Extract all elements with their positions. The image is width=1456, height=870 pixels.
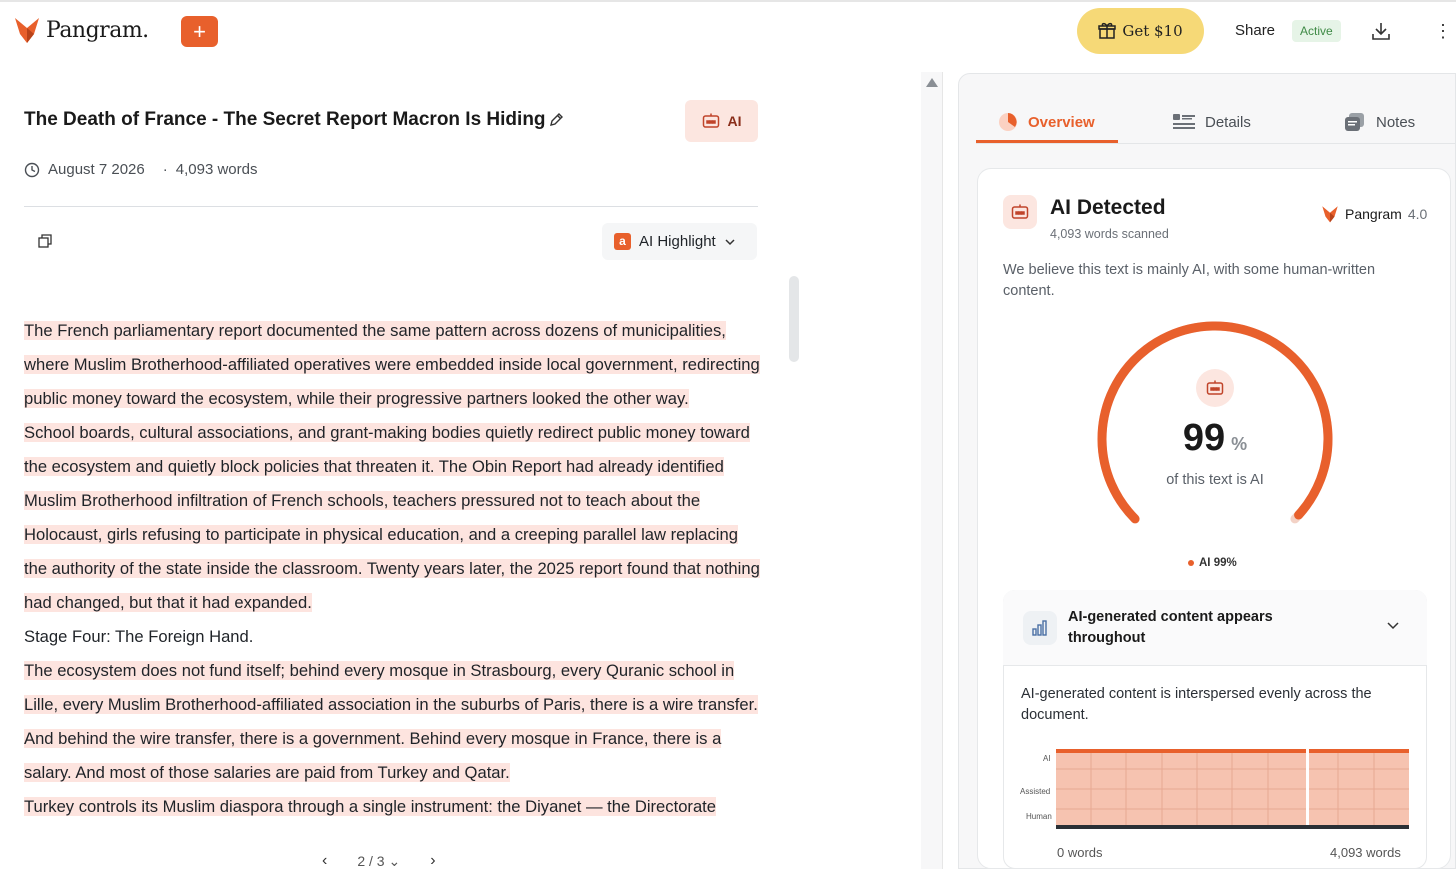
ai-percentage-label: of this text is AI [1166,472,1264,488]
accordion-title: AI-generated content appears throughout [1068,609,1273,646]
robot-icon [1206,380,1224,395]
accordion-icon-box [1023,611,1057,645]
result-subtitle: 4,093 words scanned [1050,227,1169,241]
divider [24,206,758,207]
brand-name: Pangram. [46,17,149,43]
gap-marker [1306,749,1309,828]
add-button[interactable]: + [181,16,218,47]
copy-icon[interactable] [38,234,52,248]
meta-separator: · [162,161,168,178]
ai-percentage-value: 99 [1182,417,1226,459]
paragraph: The ecosystem does not fund itself; behi… [24,654,764,790]
legend-dot [1188,560,1194,566]
tab-overview[interactable]: Overview [998,100,1095,144]
ai-distribution-chart: AI Assisted Human [1010,745,1420,835]
paragraph-text: School boards, cultural associations, an… [24,423,760,612]
page-navigator: ‹ 2 / 3 ⌄ › [322,852,436,870]
level-label-ai: AI [1043,754,1051,763]
ai-highlight-badge: a [614,233,631,250]
distribution-plot [1056,749,1409,829]
tab-overview-label: Overview [1028,113,1095,131]
get-10-button[interactable]: Get $10 [1077,8,1204,54]
overview-icon [999,113,1017,131]
document-body: The French parliamentary report document… [24,314,764,841]
chevron-down-icon [725,238,735,245]
paragraph: School boards, cultural associations, an… [24,416,764,620]
highlight-mode-label: AI Highlight [639,233,716,250]
ai-level-line [1056,749,1409,753]
paragraph: Turkey controls its Muslim diaspora thro… [24,790,764,824]
details-icon [1173,114,1195,129]
results-tabs: Overview Details Notes [976,100,1456,144]
ai-result-chip[interactable]: AI [685,100,758,142]
tab-details[interactable]: Details [1173,100,1251,144]
baseline [1056,825,1409,829]
model-version: Pangram 4.0 [1321,205,1427,223]
axis-start-label: 0 words [1057,845,1103,860]
download-icon[interactable] [1370,20,1392,42]
clock-icon [24,162,40,177]
top-bar: Pangram. + Get $10 Share Active ⋮ [0,0,1456,58]
paragraph: Stage Four: The Foreign Hand. [24,620,764,654]
gauge-robot-icon-box [1196,369,1234,407]
level-label-human: Human [1026,812,1052,821]
status-badge: Active [1292,20,1341,42]
legend-label: AI 99% [1199,557,1237,569]
percent-sign: % [1231,434,1248,454]
next-page-button[interactable]: › [430,852,435,870]
plus-icon: + [193,19,206,44]
highlight-mode-dropdown[interactable]: a AI Highlight [602,223,757,260]
gauge-legend: AI 99% [1188,557,1237,569]
tab-notes-label: Notes [1376,113,1416,131]
document-scrollbar[interactable] [789,276,799,362]
pencil-icon[interactable] [548,112,564,128]
paragraph-text: Stage Four: The Foreign Hand. [24,627,254,646]
kebab-menu-icon[interactable]: ⋮ [1434,19,1452,43]
paragraph-text: The French parliamentary report document… [24,321,760,408]
page-indicator[interactable]: 2 / 3 ⌄ [357,853,400,870]
tab-details-label: Details [1205,113,1251,131]
ai-detected-icon-box [1003,195,1037,229]
panel-splitter[interactable] [921,72,943,869]
result-title: AI Detected [1050,196,1166,219]
document-date: August 7 2026 [48,161,145,178]
document-word-count: 4,093 words [175,161,258,178]
paragraph-text: Turkey controls its Muslim diaspora thro… [24,797,717,816]
accordion-description: AI-generated content is interspersed eve… [1021,686,1372,723]
document-title: The Death of France - The Secret Report … [24,109,546,130]
notes-icon [1345,113,1364,131]
paragraph: The French parliamentary report document… [24,314,764,416]
bar-chart-icon [1032,620,1047,636]
fox-logo-icon [15,18,39,43]
level-label-assisted: Assisted [1020,787,1051,796]
brand-logo[interactable]: Pangram. [14,16,149,44]
get-10-label: Get $10 [1122,22,1183,40]
page-indicator-text: 2 / 3 [357,852,385,869]
fox-logo-icon [1322,206,1338,223]
gift-icon [1098,22,1117,39]
robot-icon [702,113,719,128]
axis-end-label: 4,093 words [1330,845,1401,860]
result-summary: We believe this text is mainly AI, with … [1003,262,1376,299]
ai-percentage: 99% [1096,417,1334,460]
chevron-down-icon[interactable] [1386,618,1400,632]
share-button[interactable]: Share [1235,22,1275,39]
ai-chip-label: AI [727,113,742,129]
tab-notes[interactable]: Notes [1344,100,1415,144]
scroll-up-arrow-icon[interactable] [926,78,938,87]
prev-page-button[interactable]: ‹ [322,852,327,870]
model-version-number: 4.0 [1407,206,1428,222]
active-tab-indicator [976,140,1118,143]
robot-icon [1011,204,1029,219]
document-meta: August 7 2026 · 4,093 words [24,161,257,178]
paragraph-text: The ecosystem does not fund itself; behi… [24,661,758,782]
model-name: Pangram [1345,206,1402,222]
